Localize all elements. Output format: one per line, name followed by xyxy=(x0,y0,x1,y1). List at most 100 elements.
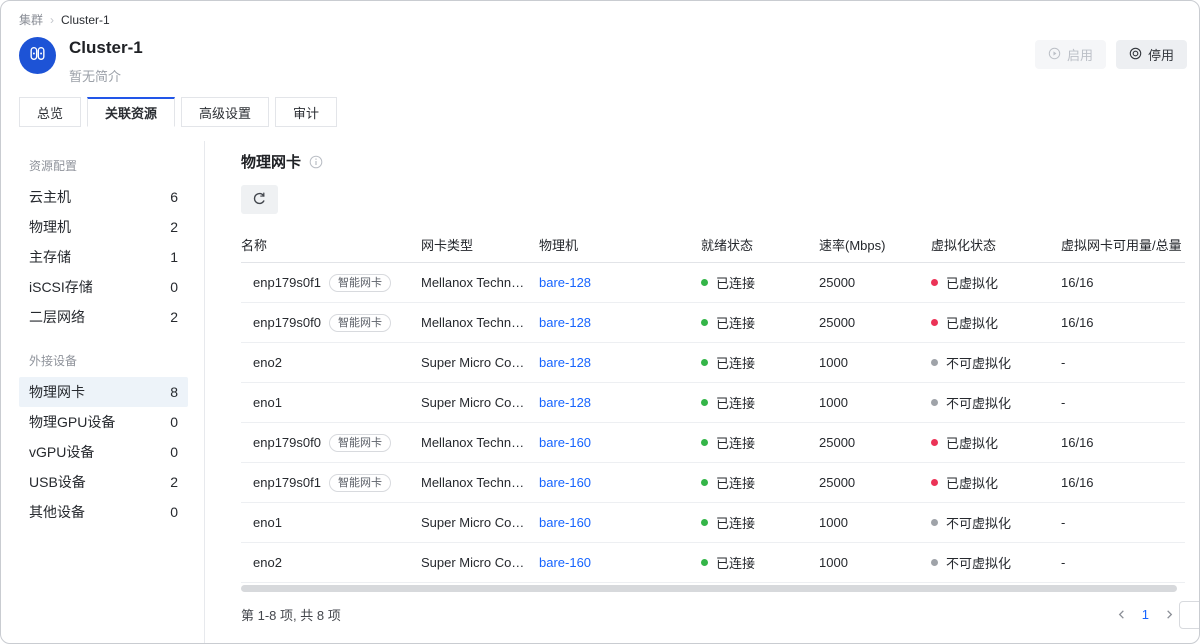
sidebar-item-count: 0 xyxy=(170,277,178,297)
tab-bar: 总览 关联资源 高级设置 审计 xyxy=(1,85,1199,127)
sidebar-item-label: 物理网卡 xyxy=(29,382,85,402)
speed-value: 25000 xyxy=(819,275,931,290)
sidebar-item-count: 6 xyxy=(170,187,178,207)
table-row[interactable]: enp179s0f0 智能网卡 Mellanox Techn… bare-160… xyxy=(241,423,1185,463)
table-row[interactable]: eno2 Super Micro Co… bare-128 已连接 1000 xyxy=(241,343,1185,383)
virtualization-text: 不可虚拟化 xyxy=(946,513,1011,532)
capacity-value: - xyxy=(1061,355,1185,370)
virtualization-text: 不可虚拟化 xyxy=(946,553,1011,572)
next-page-button[interactable] xyxy=(1164,609,1175,620)
nic-type: Super Micro Co… xyxy=(421,395,539,410)
page-number[interactable]: 1 xyxy=(1142,607,1149,622)
sidebar-item[interactable]: 云主机 6 xyxy=(19,182,188,212)
section-title: 物理网卡 xyxy=(241,151,301,172)
refresh-button[interactable] xyxy=(241,185,278,214)
status-dot-icon xyxy=(701,439,708,446)
capacity-value: 16/16 xyxy=(1061,475,1185,490)
table-row[interactable]: enp179s0f1 智能网卡 Mellanox Techn… bare-160… xyxy=(241,463,1185,503)
sidebar-item[interactable]: 二层网络 2 xyxy=(19,302,188,332)
status-text: 已连接 xyxy=(716,553,755,572)
host-link[interactable]: bare-128 xyxy=(539,395,591,410)
speed-value: 1000 xyxy=(819,555,931,570)
sidebar-item[interactable]: iSCSI存储 0 xyxy=(19,272,188,302)
sidebar-item-count: 0 xyxy=(170,412,178,432)
nic-name: enp179s0f0 xyxy=(253,435,321,450)
virtualization-dot-icon xyxy=(931,519,938,526)
sidebar-item-label: iSCSI存储 xyxy=(29,277,93,297)
sidebar-group-title: 外接设备 xyxy=(1,342,204,377)
status-dot-icon xyxy=(701,479,708,486)
sidebar-group-devices: 外接设备 物理网卡 8 物理GPU设备 0 xyxy=(1,342,204,527)
tab[interactable]: 总览 xyxy=(19,97,81,127)
pagination-summary: 第 1-8 项, 共 8 项 xyxy=(241,605,341,624)
table-row[interactable]: enp179s0f1 智能网卡 Mellanox Techn… bare-128… xyxy=(241,263,1185,303)
app-window: 集群 › Cluster-1 Cluster-1 暂无简介 xyxy=(0,0,1200,644)
sidebar-item-count: 2 xyxy=(170,307,178,327)
virtualization-dot-icon xyxy=(931,439,938,446)
tab[interactable]: 高级设置 xyxy=(181,97,269,127)
sidebar-group-title: 资源配置 xyxy=(1,147,204,182)
host-link[interactable]: bare-160 xyxy=(539,555,591,570)
sidebar-item[interactable]: 物理网卡 8 xyxy=(19,377,188,407)
host-link[interactable]: bare-160 xyxy=(539,435,591,450)
sidebar-item-label: 主存储 xyxy=(29,247,71,267)
info-icon[interactable] xyxy=(309,155,323,169)
prev-page-button[interactable] xyxy=(1116,609,1127,620)
page-size-select[interactable] xyxy=(1179,601,1200,629)
status-text: 已连接 xyxy=(716,473,755,492)
page-title: Cluster-1 xyxy=(69,37,143,59)
sidebar-item[interactable]: 物理机 2 xyxy=(19,212,188,242)
sidebar-item[interactable]: USB设备 2 xyxy=(19,467,188,497)
horizontal-scrollbar[interactable] xyxy=(241,585,1177,592)
tab[interactable]: 审计 xyxy=(275,97,337,127)
table-row[interactable]: eno2 Super Micro Co… bare-160 已连接 1000 xyxy=(241,543,1185,583)
status-text: 已连接 xyxy=(716,393,755,412)
sidebar-list: 物理网卡 8 物理GPU设备 0 vGPU设备 0 xyxy=(1,377,204,527)
host-link[interactable]: bare-128 xyxy=(539,315,591,330)
host-link[interactable]: bare-128 xyxy=(539,275,591,290)
pagination-bar: 第 1-8 项, 共 8 项 1 xyxy=(241,605,1185,624)
nic-type: Super Micro Co… xyxy=(421,555,539,570)
status-dot-icon xyxy=(701,359,708,366)
sidebar-item-label: 物理GPU设备 xyxy=(29,412,115,432)
sidebar-item[interactable]: 主存储 1 xyxy=(19,242,188,272)
host-link[interactable]: bare-160 xyxy=(539,515,591,530)
status-text: 已连接 xyxy=(716,513,755,532)
virtualization-dot-icon xyxy=(931,279,938,286)
sidebar-item-count: 0 xyxy=(170,502,178,522)
host-link[interactable]: bare-160 xyxy=(539,475,591,490)
capacity-value: 16/16 xyxy=(1061,435,1185,450)
breadcrumb-root[interactable]: 集群 xyxy=(19,11,43,28)
virtualization-text: 已虚拟化 xyxy=(946,433,998,452)
speed-value: 25000 xyxy=(819,315,931,330)
capacity-value: - xyxy=(1061,515,1185,530)
page-subtitle: 暂无简介 xyxy=(69,66,143,85)
table-row[interactable]: enp179s0f0 智能网卡 Mellanox Techn… bare-128… xyxy=(241,303,1185,343)
column-header: 网卡类型 xyxy=(421,235,539,254)
table-header-row: 名称 网卡类型 物理机 就绪状态 速率(Mbps) 虚拟化状态 虚拟网卡可用量/… xyxy=(241,226,1185,263)
nic-type: Mellanox Techn… xyxy=(421,315,539,330)
sidebar-item[interactable]: vGPU设备 0 xyxy=(19,437,188,467)
virtualization-dot-icon xyxy=(931,559,938,566)
sidebar-item[interactable]: 物理GPU设备 0 xyxy=(19,407,188,437)
smart-nic-badge: 智能网卡 xyxy=(329,314,391,332)
tab[interactable]: 关联资源 xyxy=(87,97,175,127)
host-link[interactable]: bare-128 xyxy=(539,355,591,370)
status-dot-icon xyxy=(701,399,708,406)
cluster-avatar xyxy=(19,37,56,74)
nic-name: eno1 xyxy=(253,395,282,410)
disable-button[interactable]: 停用 xyxy=(1116,40,1187,69)
enable-button[interactable]: 启用 xyxy=(1035,40,1106,69)
sidebar: 资源配置 云主机 6 物理机 2 xyxy=(1,141,205,643)
virtualization-text: 已虚拟化 xyxy=(946,473,998,492)
sidebar-item-label: 其他设备 xyxy=(29,502,85,522)
disable-button-label: 停用 xyxy=(1148,45,1174,64)
sidebar-item[interactable]: 其他设备 0 xyxy=(19,497,188,527)
main-panel: 物理网卡 名称 xyxy=(205,141,1199,643)
status-dot-icon xyxy=(701,559,708,566)
table-row[interactable]: eno1 Super Micro Co… bare-128 已连接 1000 xyxy=(241,383,1185,423)
table-row[interactable]: eno1 Super Micro Co… bare-160 已连接 1000 xyxy=(241,503,1185,543)
speed-value: 25000 xyxy=(819,435,931,450)
column-header: 就绪状态 xyxy=(701,235,819,254)
virtualization-dot-icon xyxy=(931,399,938,406)
